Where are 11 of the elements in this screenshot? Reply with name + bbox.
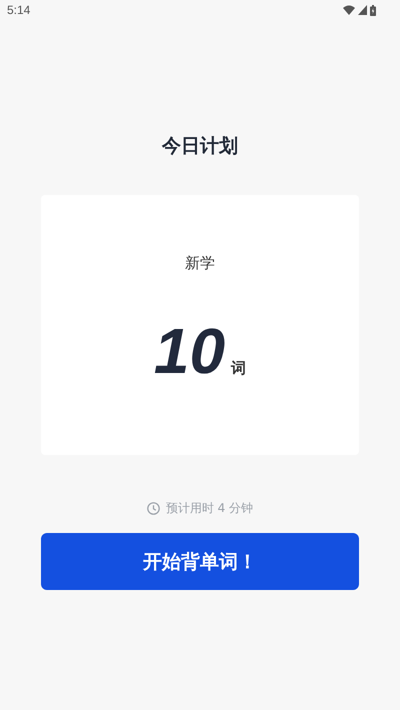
status-time: 5:14 bbox=[7, 3, 30, 17]
count-unit: 词 bbox=[231, 359, 246, 378]
page-title: 今日计划 bbox=[162, 134, 238, 159]
word-count: 10 bbox=[154, 319, 226, 383]
clock-icon bbox=[146, 502, 160, 515]
battery-icon bbox=[370, 4, 376, 16]
card-label: 新学 bbox=[185, 253, 215, 273]
estimate-text: 预计用时 4 分钟 bbox=[166, 500, 254, 517]
wifi-icon bbox=[343, 5, 355, 15]
start-button[interactable]: 开始背单词！ bbox=[41, 533, 359, 590]
signal-icon bbox=[358, 5, 367, 15]
